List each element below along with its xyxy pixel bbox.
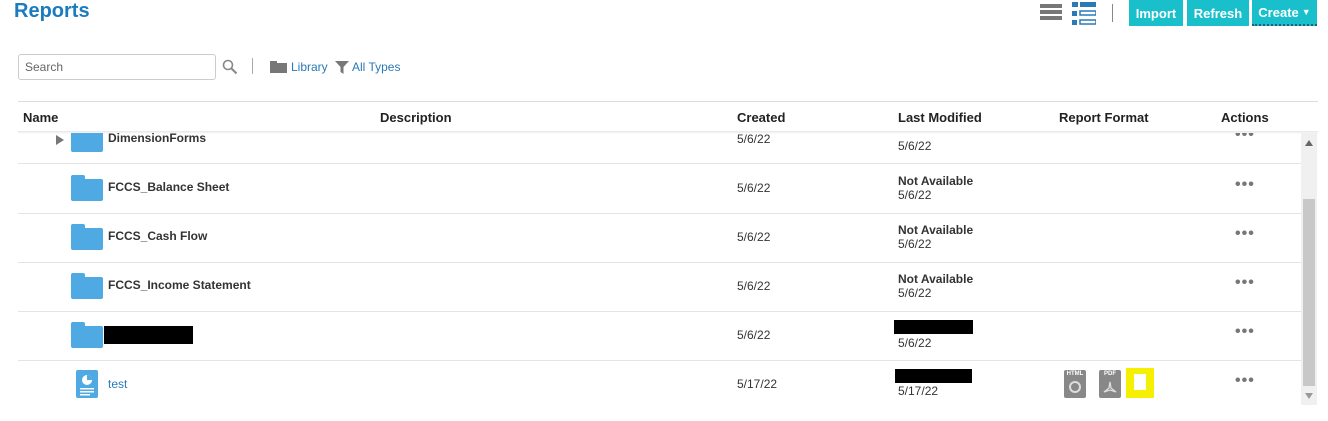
- row-actions-button[interactable]: •••: [1235, 176, 1255, 194]
- folder-icon: [71, 322, 103, 348]
- row-actions-button[interactable]: •••: [1235, 225, 1255, 243]
- row-created: 5/6/22: [737, 181, 771, 195]
- row-name[interactable]: FCCS_Income Statement: [108, 278, 251, 292]
- expand-arrow-icon[interactable]: [56, 135, 64, 145]
- search-icon[interactable]: [222, 59, 238, 75]
- refresh-button[interactable]: Refresh: [1187, 0, 1249, 26]
- import-button[interactable]: Import: [1129, 0, 1183, 26]
- table-row[interactable]: FCCS_Balance Sheet 5/6/22 Not Available …: [18, 164, 1301, 214]
- table-row[interactable]: FCCS_Income Statement 5/6/22 Not Availab…: [18, 262, 1301, 312]
- row-actions-button[interactable]: •••: [1235, 274, 1255, 292]
- row-modified-by: Not Available: [898, 223, 974, 237]
- report-list: DimensionForms 5/6/22 Donyati Admin 5/6/…: [18, 133, 1301, 413]
- row-modified-date: 5/6/22: [898, 336, 932, 350]
- type-filter[interactable]: All Types: [335, 60, 400, 74]
- toolbar-divider: [252, 58, 253, 74]
- redacted-modified-by: [894, 320, 973, 334]
- row-name[interactable]: FCCS_Balance Sheet: [108, 180, 229, 194]
- folder-icon: [71, 273, 103, 299]
- chevron-down-icon: ▼: [1301, 7, 1311, 17]
- scrollbar-thumb[interactable]: [1303, 199, 1315, 386]
- row-name[interactable]: test: [108, 377, 127, 391]
- pdf-format-icon[interactable]: PDF: [1099, 370, 1121, 398]
- column-header-description[interactable]: Description: [380, 110, 452, 125]
- vertical-scrollbar[interactable]: [1301, 133, 1317, 405]
- report-icon: [76, 370, 98, 398]
- library-label: Library: [291, 60, 328, 74]
- row-created: 5/6/22: [737, 133, 771, 146]
- row-actions-button[interactable]: •••: [1235, 323, 1255, 341]
- toolbar-divider: [1112, 4, 1113, 22]
- scroll-up-icon[interactable]: [1305, 140, 1313, 146]
- row-created: 5/17/22: [737, 377, 778, 391]
- row-created: 5/6/22: [737, 328, 771, 342]
- folder-icon: [71, 133, 103, 152]
- column-header-created[interactable]: Created: [737, 110, 785, 125]
- folder-icon: [270, 61, 287, 73]
- row-modified-date: 5/6/22: [898, 237, 932, 251]
- row-modified-date: 5/6/22: [898, 188, 932, 202]
- table-row[interactable]: 5/6/22 5/6/22 •••: [18, 311, 1301, 361]
- redacted-modified-by: [895, 369, 972, 383]
- column-header-last-modified[interactable]: Last Modified: [898, 110, 982, 125]
- column-header-name[interactable]: Name: [23, 110, 58, 125]
- row-name[interactable]: FCCS_Cash Flow: [108, 229, 207, 243]
- library-filter[interactable]: Library: [270, 60, 328, 74]
- row-created: 5/6/22: [737, 230, 771, 244]
- row-name[interactable]: DimensionForms: [108, 133, 206, 145]
- row-created: 5/6/22: [737, 279, 771, 293]
- row-actions-button[interactable]: •••: [1235, 133, 1255, 144]
- row-modified-date: 5/6/22: [898, 139, 932, 153]
- row-modified-by: Not Available: [898, 174, 974, 188]
- page-title: Reports: [14, 0, 90, 22]
- list-view-icon[interactable]: [1040, 4, 1062, 24]
- table-row[interactable]: DimensionForms 5/6/22 Donyati Admin 5/6/…: [18, 133, 1301, 164]
- row-modified-date: 5/17/22: [898, 384, 939, 398]
- scroll-down-icon[interactable]: [1305, 393, 1313, 399]
- tree-view-icon[interactable]: [1072, 2, 1096, 26]
- search-input[interactable]: [18, 54, 216, 80]
- redacted-name: [104, 326, 193, 344]
- create-button[interactable]: Create ▼: [1252, 0, 1317, 26]
- table-row[interactable]: test 5/17/22 5/17/22 HTML PDF •••: [18, 360, 1301, 409]
- header-divider: [18, 101, 1318, 102]
- highlighted-format-icon[interactable]: [1126, 368, 1154, 398]
- column-header-report-format[interactable]: Report Format: [1059, 110, 1149, 125]
- html-format-icon[interactable]: HTML: [1064, 370, 1086, 398]
- row-modified-date: 5/6/22: [898, 286, 932, 300]
- create-label: Create: [1258, 4, 1299, 20]
- table-row[interactable]: FCCS_Cash Flow 5/6/22 Not Available 5/6/…: [18, 213, 1301, 263]
- folder-icon: [71, 175, 103, 201]
- types-label: All Types: [352, 60, 401, 74]
- row-actions-button[interactable]: •••: [1235, 372, 1255, 390]
- column-header-actions: Actions: [1221, 110, 1269, 125]
- filter-icon: [335, 60, 349, 74]
- row-modified-by: Not Available: [898, 272, 974, 286]
- folder-icon: [71, 224, 103, 250]
